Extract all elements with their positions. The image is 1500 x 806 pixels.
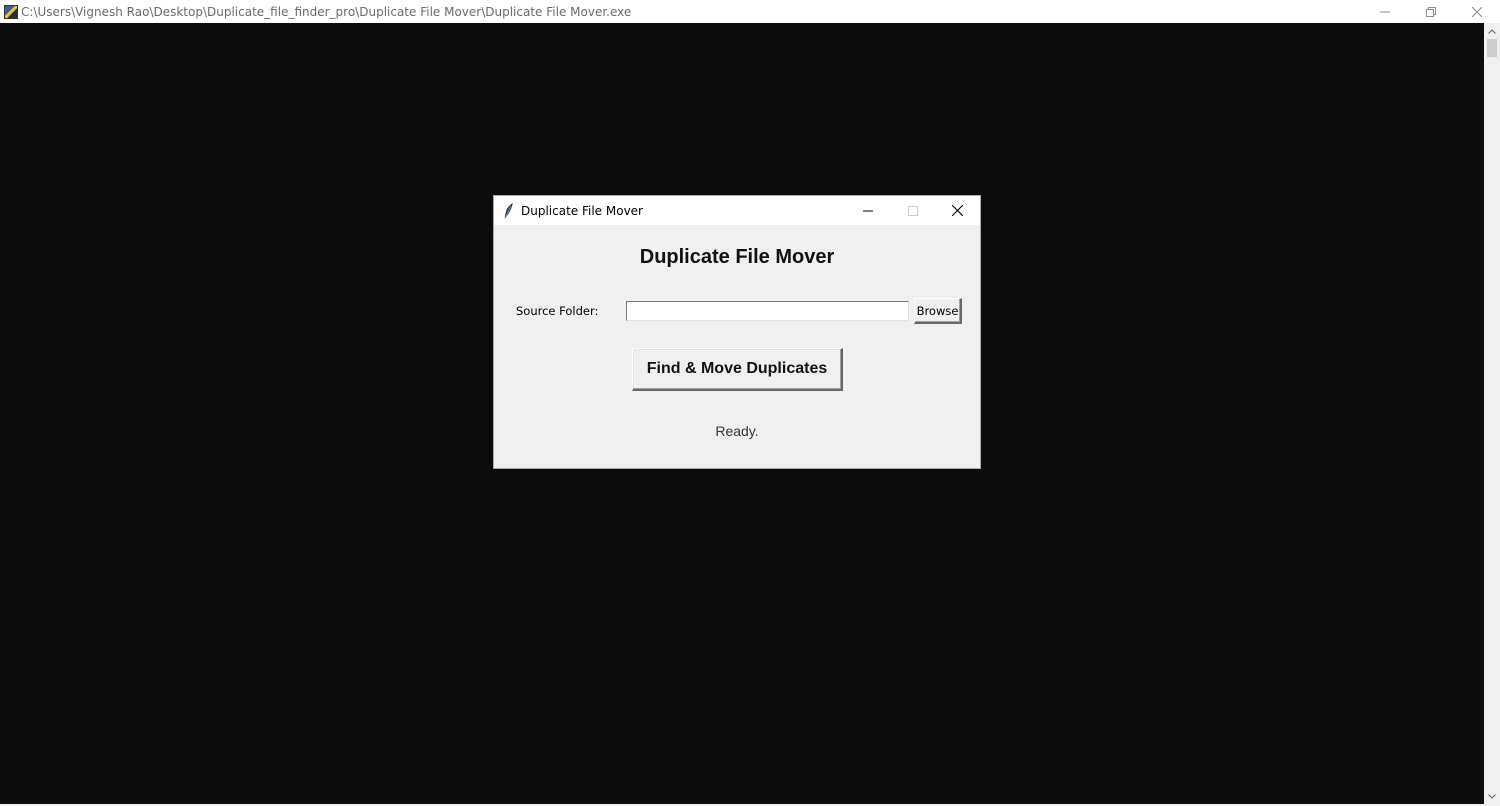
console-minimize-button[interactable] bbox=[1362, 0, 1408, 23]
dialog-window-title: Duplicate File Mover bbox=[521, 203, 643, 218]
restore-icon bbox=[1426, 6, 1436, 17]
status-label: Ready. bbox=[715, 423, 759, 439]
minimize-icon bbox=[862, 210, 873, 211]
chevron-down-icon bbox=[1488, 793, 1496, 799]
maximize-icon bbox=[907, 205, 918, 216]
dialog-minimize-button[interactable] bbox=[845, 196, 890, 225]
console-window-controls bbox=[1362, 0, 1500, 23]
tk-feather-icon bbox=[504, 202, 514, 219]
close-icon bbox=[1472, 6, 1482, 17]
dialog-close-button[interactable] bbox=[935, 196, 980, 225]
dialog-window-controls bbox=[845, 196, 980, 225]
console-close-button[interactable] bbox=[1454, 0, 1500, 23]
minimize-icon bbox=[1380, 11, 1390, 12]
scroll-thumb[interactable] bbox=[1487, 39, 1497, 57]
console-scrollbar[interactable] bbox=[1484, 23, 1500, 804]
console-titlebar: C:\Users\Vignesh Rao\Desktop\Duplicate_f… bbox=[0, 0, 1500, 23]
browse-button[interactable]: Browse bbox=[914, 298, 962, 324]
close-icon bbox=[952, 205, 963, 216]
dialog-maximize-button bbox=[890, 196, 935, 225]
scroll-up-button[interactable] bbox=[1484, 23, 1500, 39]
app-heading: Duplicate File Mover bbox=[639, 246, 835, 268]
console-restore-button[interactable] bbox=[1408, 0, 1454, 23]
chevron-up-icon bbox=[1488, 28, 1496, 34]
python-app-icon bbox=[4, 4, 18, 19]
find-move-duplicates-button[interactable]: Find & Move Duplicates bbox=[632, 348, 843, 391]
console-window-title: C:\Users\Vignesh Rao\Desktop\Duplicate_f… bbox=[21, 4, 632, 19]
dialog-titlebar: Duplicate File Mover bbox=[494, 196, 980, 225]
duplicate-file-mover-window: Duplicate File Mover Duplicate File Move… bbox=[493, 195, 981, 469]
scroll-down-button[interactable] bbox=[1484, 788, 1500, 804]
source-folder-input[interactable] bbox=[626, 301, 909, 321]
source-folder-label: Source Folder: bbox=[516, 304, 599, 318]
